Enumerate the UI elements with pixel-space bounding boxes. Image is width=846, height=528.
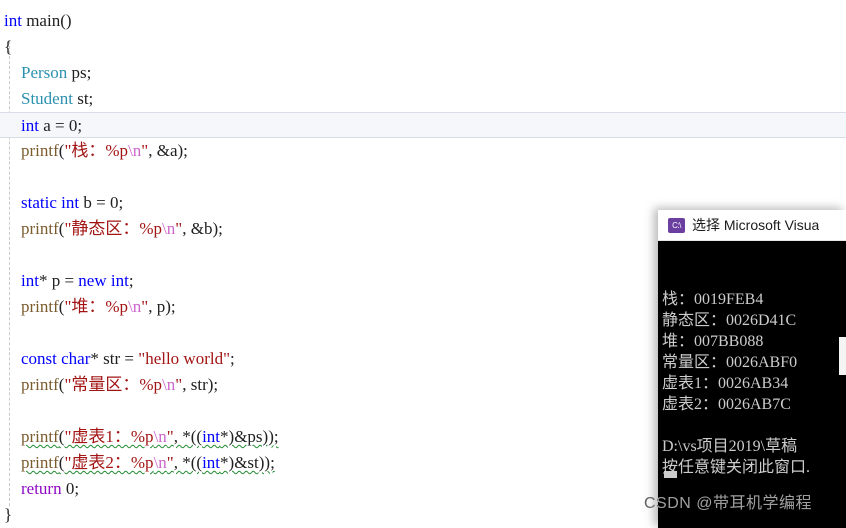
code-token: \n [162, 375, 176, 394]
csdn-watermark: CSDN @带耳机学编程 [644, 495, 813, 512]
code-token: int [4, 11, 22, 30]
code-token: "静态区：%p [64, 219, 163, 238]
console-line: 常量区：0026ABF0 [662, 354, 798, 371]
code-token: , str); [182, 375, 219, 394]
console-line: 虚表1：0026AB34 [662, 375, 789, 392]
code-token: int [21, 271, 39, 290]
code-token: static [21, 193, 57, 212]
code-token: ; [118, 193, 124, 212]
console-scrollbar-thumb[interactable] [839, 337, 846, 375]
console-line: 按任意键关闭此窗口. [662, 459, 811, 476]
error-squiggle: printf("虚表1：%p\n", *((int*)&ps)); [21, 427, 279, 446]
screenshot-root: int main() { Person ps; Student st; int a… [0, 0, 846, 528]
console-title-text: 选择 Microsoft Visua [692, 217, 820, 233]
code-token: () [60, 11, 72, 30]
code-token: "hello world" [138, 349, 231, 368]
code-token: ; [77, 116, 83, 135]
code-line[interactable]: Person ps; [0, 60, 846, 86]
code-token: "常量区：%p [64, 375, 163, 394]
code-token: *)&ps)); [220, 427, 279, 446]
code-token: } [4, 505, 13, 524]
code-token: \n [128, 297, 142, 316]
console-line: D:\vs项目2019\草稿 [662, 438, 798, 455]
code-token: Person [21, 63, 68, 82]
code-token: printf [21, 297, 59, 316]
code-token: main [26, 11, 61, 30]
code-token: printf [21, 453, 59, 472]
code-token: printf [21, 141, 59, 160]
code-line[interactable]: int a = 0; [0, 112, 846, 138]
code-token: st; [72, 89, 94, 108]
code-token: \n [153, 427, 167, 446]
code-token: , *(( [173, 427, 203, 446]
code-line[interactable]: int main() [0, 8, 846, 34]
code-token: " [166, 427, 174, 446]
code-token: * p = [38, 271, 79, 290]
code-token: char [61, 349, 91, 368]
code-token: "虚表1：%p [64, 427, 154, 446]
console-line: 静态区：0026D41C [662, 312, 797, 329]
code-token: b = [79, 193, 110, 212]
code-token: * str = [90, 349, 139, 368]
code-token: int [110, 271, 129, 290]
code-token: int [21, 116, 39, 135]
console-output: 栈：0019FEB4 静态区：0026D41C 堆：007BB088 常量区：0026… [658, 241, 846, 528]
code-token: ; [230, 349, 235, 368]
code-line[interactable]: Student st; [0, 86, 846, 112]
code-token: new [78, 271, 107, 290]
console-titlebar[interactable]: C:\ 选择 Microsoft Visua [658, 210, 846, 241]
code-token: "栈：%p [64, 141, 129, 160]
console-line: 虚表2：0026AB7C [662, 396, 791, 413]
console-window[interactable]: C:\ 选择 Microsoft Visua 栈：0019FEB4 静态区：002… [658, 210, 846, 528]
code-token: ; [128, 271, 134, 290]
code-token: "虚表2：%p [64, 453, 154, 472]
code-token: , *(( [173, 453, 203, 472]
code-token: { [4, 37, 13, 56]
code-token: , &b); [182, 219, 223, 238]
console-line: 堆：007BB088 [662, 333, 764, 350]
code-token: int [202, 453, 221, 472]
code-token: " [166, 453, 174, 472]
code-token: , &a); [148, 141, 188, 160]
code-token: const [21, 349, 57, 368]
code-line[interactable] [0, 164, 846, 190]
error-squiggle: printf("虚表2：%p\n", *((int*)&st)); [21, 453, 275, 472]
console-output-line-list: 栈：0019FEB4 静态区：0026D41C 堆：007BB088 常量区：0026… [662, 289, 846, 478]
code-token: \n [162, 219, 176, 238]
code-line[interactable]: { [0, 34, 846, 60]
code-token: ps; [67, 63, 92, 82]
code-token: a = [38, 116, 69, 135]
console-cursor [664, 471, 677, 478]
code-token: , p); [148, 297, 176, 316]
code-token: \n [153, 453, 167, 472]
code-token: return [21, 479, 62, 498]
code-line[interactable]: printf("栈：%p\n", &a); [0, 138, 846, 164]
code-token: int [202, 427, 221, 446]
code-token: \n [128, 141, 142, 160]
code-token: printf [21, 427, 59, 446]
code-token: printf [21, 375, 59, 394]
code-token: Student [21, 89, 73, 108]
code-token: printf [21, 219, 59, 238]
code-token: *)&st)); [220, 453, 275, 472]
code-token: int [61, 193, 80, 212]
cmd-console-icon: C:\ [668, 217, 685, 233]
console-line: 栈：0019FEB4 [662, 291, 764, 308]
code-token: ; [74, 479, 80, 498]
code-token: "堆：%p [64, 297, 129, 316]
